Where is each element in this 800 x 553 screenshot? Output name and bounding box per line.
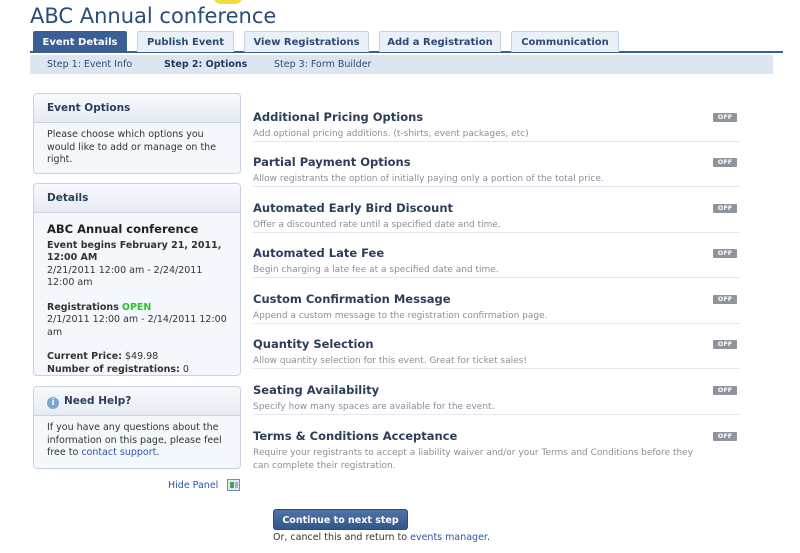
option-title[interactable]: Automated Early Bird Discount [253, 201, 453, 215]
option-toggle[interactable]: OFF [713, 204, 737, 213]
option-description: Specify how many spaces are available fo… [253, 402, 495, 412]
option-description: Allow registrants the option of initiall… [253, 174, 604, 184]
option-description: Offer a discounted rate until a specifie… [253, 220, 501, 230]
event-options-panel: Event Options Please choose which option… [33, 93, 241, 174]
tab-event-details[interactable]: Event Details [33, 31, 127, 52]
step-event-info[interactable]: Step 1: Event Info [47, 55, 132, 74]
option-title[interactable]: Custom Confirmation Message [253, 292, 451, 306]
tab-communication[interactable]: Communication [511, 31, 619, 52]
event-name: ABC Annual conference [47, 222, 199, 236]
hide-panel-icon[interactable] [227, 479, 240, 491]
option-row: Partial Payment Options Allow registrant… [253, 155, 740, 187]
option-description: Allow quantity selection for this event.… [253, 356, 527, 366]
registrations-label: Registrations [47, 301, 119, 313]
panel-heading-help: i Need Help? [34, 387, 240, 416]
cancel-line: Or, cancel this and return to events man… [273, 532, 490, 543]
option-title[interactable]: Additional Pricing Options [253, 110, 423, 124]
option-toggle[interactable]: OFF [713, 249, 737, 258]
page-title: ABC Annual conference [30, 4, 277, 28]
registrations-status: OPEN [121, 301, 152, 313]
option-row: Custom Confirmation Message Append a cus… [253, 292, 740, 324]
option-description: Require your registrants to accept a lia… [253, 448, 694, 471]
step-options[interactable]: Step 2: Options [164, 55, 247, 74]
option-row: Terms & Conditions Acceptance Require yo… [253, 429, 740, 473]
registrations-line: Registrations OPEN [47, 302, 227, 315]
option-title[interactable]: Seating Availability [253, 383, 379, 397]
option-row: Automated Early Bird Discount Offer a di… [253, 201, 740, 233]
cancel-end: . [486, 532, 490, 543]
option-toggle[interactable]: OFF [713, 386, 737, 395]
tab-add-registration[interactable]: Add a Registration [379, 31, 501, 52]
contact-support-link[interactable]: contact support [81, 447, 156, 458]
step-form-builder[interactable]: Step 3: Form Builder [274, 55, 371, 74]
option-description: Add optional pricing additions. (t-shirt… [253, 129, 529, 139]
count-line: Number of registrations: 0 [47, 363, 227, 376]
help-heading: Need Help? [64, 395, 132, 407]
event-begins-label: Event begins February 21, 2011, 12:00 AM [47, 239, 222, 264]
event-begins-range: 2/21/2011 12:00 am - 2/24/2011 12:00 am [47, 264, 203, 289]
option-toggle[interactable]: OFF [713, 432, 737, 441]
help-body: If you have any questions about the info… [34, 416, 240, 468]
cancel-text: Or, cancel this and return to [273, 532, 408, 543]
price-line: Current Price: $49.98 [47, 351, 227, 364]
option-row: Automated Late Fee Begin charging a late… [253, 246, 740, 278]
details-panel: Details ABC Annual conference Event begi… [33, 183, 241, 376]
panel-heading: Event Options [34, 94, 240, 123]
details-body: ABC Annual conference Event begins Febru… [34, 213, 240, 376]
option-title[interactable]: Terms & Conditions Acceptance [253, 429, 457, 443]
option-title[interactable]: Automated Late Fee [253, 246, 384, 260]
option-toggle[interactable]: OFF [713, 113, 737, 122]
panel-text: Please choose which options you would li… [34, 123, 240, 173]
tab-view-registrations[interactable]: View Registrations [244, 31, 369, 52]
option-description: Append a custom message to the registrat… [253, 311, 548, 321]
registrations-range: 2/1/2011 12:00 am - 2/14/2011 12:00 am [47, 314, 227, 338]
option-row: Seating Availability Specify how many sp… [253, 383, 740, 415]
option-toggle[interactable]: OFF [713, 158, 737, 167]
help-panel: i Need Help? If you have any questions ab… [33, 386, 241, 469]
continue-button[interactable]: Continue to next step [273, 509, 408, 530]
option-description: Begin charging a late fee at a specified… [253, 265, 499, 275]
count-value: 0 [182, 363, 189, 375]
info-icon: i [47, 397, 59, 409]
option-toggle[interactable]: OFF [713, 295, 737, 304]
events-manager-link[interactable]: events manager [410, 532, 487, 543]
option-title[interactable]: Partial Payment Options [253, 155, 411, 169]
panel-heading: Details [34, 184, 240, 213]
tab-bar: Event Details Publish Event View Registr… [30, 31, 783, 53]
tab-publish-event[interactable]: Publish Event [137, 31, 234, 52]
count-label: Number of registrations: [47, 363, 180, 375]
hide-panel-link[interactable]: Hide Panel [168, 480, 218, 491]
option-row: Quantity Selection Allow quantity select… [253, 337, 740, 369]
price-value: $49.98 [124, 351, 159, 362]
option-title[interactable]: Quantity Selection [253, 337, 374, 351]
step-nav: Step 1: Event Info Step 2: Options Step … [30, 55, 773, 74]
help-text-end: . [156, 447, 160, 458]
option-row: Additional Pricing Options Add optional … [253, 110, 740, 142]
option-toggle[interactable]: OFF [713, 340, 737, 349]
price-label: Current Price: [47, 351, 122, 362]
